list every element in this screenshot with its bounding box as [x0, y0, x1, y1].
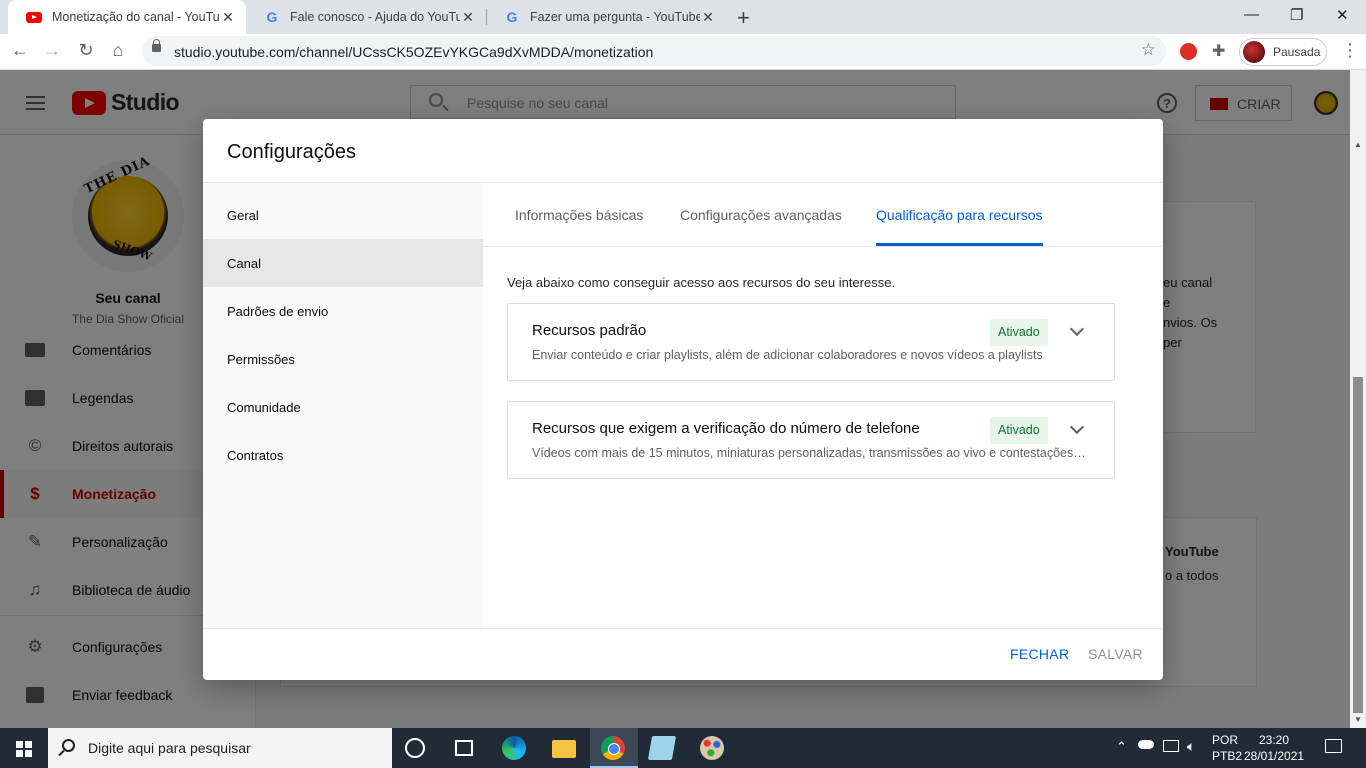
browser-menu-icon[interactable]: ⋮ — [1341, 40, 1359, 61]
restore-icon[interactable]: ❐ — [1290, 6, 1303, 24]
lock-icon — [152, 39, 161, 52]
windows-taskbar: Digite aqui para pesquisar ⌃ 🔈︎ POR PTB2… — [0, 728, 1366, 768]
back-arrow-icon[interactable]: ← — [8, 40, 32, 61]
page-scrollbar[interactable]: ▲ ▼ — [1350, 70, 1366, 728]
feature-description: Enviar conteúdo e criar playlists, além … — [532, 348, 1043, 362]
clock-date: 28/01/2021 — [1244, 749, 1305, 763]
bookmark-star-icon[interactable]: ☆ — [1141, 40, 1156, 60]
profile-status-label: Pausada — [1273, 45, 1321, 59]
feature-title: Recursos que exigem a verificação do núm… — [532, 420, 920, 437]
minimize-icon[interactable]: — — [1244, 6, 1259, 23]
extension-red-icon[interactable] — [1180, 43, 1197, 60]
google-favicon-icon: G — [506, 9, 518, 25]
cortana-icon[interactable] — [405, 738, 425, 758]
feature-card-standard[interactable]: Recursos padrão Enviar conteúdo e criar … — [507, 303, 1115, 381]
reload-icon[interactable]: ↻ — [74, 40, 98, 61]
url-text: studio.youtube.com/channel/UCssCK5OZEvYK… — [174, 44, 654, 60]
settings-dialog: Configurações Geral Canal Padrões de env… — [203, 119, 1163, 680]
tab-title: Monetização do canal - YouTube — [52, 10, 220, 24]
network-icon[interactable] — [1163, 740, 1179, 752]
file-explorer-icon[interactable] — [552, 740, 576, 758]
status-badge: Ativado — [990, 417, 1048, 444]
tab-close-icon[interactable]: ✕ — [460, 9, 476, 26]
window-close-icon[interactable]: ✕ — [1336, 6, 1349, 24]
settings-tabs: Informações básicas Configurações avança… — [483, 183, 1163, 247]
notepad-app-icon[interactable] — [647, 736, 677, 760]
save-button[interactable]: SALVAR — [1088, 646, 1143, 662]
settings-item-upload-defaults[interactable]: Padrões de envio — [203, 287, 483, 335]
profile-avatar — [1243, 41, 1265, 63]
scrollbar-thumb[interactable] — [1353, 377, 1363, 713]
volume-icon[interactable]: 🔈︎ — [1187, 738, 1195, 755]
browser-tab-ask-question[interactable]: G Fazer uma pergunta - YouTube Community… — [486, 0, 726, 34]
address-bar[interactable]: studio.youtube.com/channel/UCssCK5OZEvYK… — [142, 36, 1166, 66]
status-badge: Ativado — [990, 319, 1048, 346]
browser-tab-monetization[interactable]: Monetização do canal - YouTube ✕ — [8, 0, 246, 34]
notifications-icon[interactable] — [1325, 739, 1342, 753]
chevron-down-icon[interactable] — [1069, 419, 1085, 435]
browser-toolbar: ← → ↻ ⌂ studio.youtube.com/channel/UCssC… — [0, 34, 1366, 70]
tab-title: Fale conosco - Ajuda do YouTube — [290, 10, 460, 24]
tab-advanced-settings[interactable]: Configurações avançadas — [680, 183, 842, 246]
onedrive-cloud-icon[interactable] — [1138, 740, 1154, 749]
extensions-puzzle-icon[interactable]: ✚ — [1212, 41, 1225, 61]
clock-time: 23:20 — [1258, 733, 1290, 747]
settings-item-general[interactable]: Geral — [203, 191, 483, 239]
new-tab-icon[interactable]: + — [737, 5, 750, 31]
tab-feature-eligibility[interactable]: Qualificação para recursos — [876, 183, 1043, 246]
forward-arrow-icon[interactable]: → — [40, 40, 64, 61]
close-button[interactable]: FECHAR — [1010, 646, 1069, 662]
chevron-down-icon[interactable] — [1069, 321, 1085, 337]
feature-title: Recursos padrão — [532, 322, 647, 339]
tab-close-icon[interactable]: ✕ — [700, 9, 716, 26]
tab-basic-info[interactable]: Informações básicas — [515, 183, 643, 246]
feature-card-phone-verification[interactable]: Recursos que exigem a verificação do núm… — [507, 401, 1115, 479]
settings-item-community[interactable]: Comunidade — [203, 383, 483, 431]
feature-description: Vídeos com mais de 15 minutos, miniatura… — [532, 446, 1088, 460]
taskbar-search-input[interactable]: Digite aqui para pesquisar — [48, 728, 392, 768]
input-language-indicator[interactable]: POR PTB2 — [1212, 732, 1242, 764]
eligibility-intro-text: Veja abaixo como conseguir acesso aos re… — [507, 275, 896, 290]
settings-sidebar: Geral Canal Padrões de envio Permissões … — [203, 183, 483, 628]
divider — [203, 628, 1163, 629]
settings-item-agreements[interactable]: Contratos — [203, 431, 483, 479]
language-code: POR — [1212, 733, 1239, 747]
dialog-title: Configurações — [227, 141, 356, 163]
tab-title: Fazer uma pergunta - YouTube Community — [530, 10, 700, 24]
scroll-down-arrow-icon[interactable]: ▼ — [1354, 715, 1362, 724]
search-icon — [62, 739, 75, 752]
home-icon[interactable]: ⌂ — [106, 40, 130, 61]
taskbar-search-placeholder: Digite aqui para pesquisar — [88, 740, 251, 756]
tab-close-icon[interactable]: ✕ — [220, 9, 236, 26]
chrome-browser-icon[interactable] — [601, 736, 625, 760]
profile-button[interactable]: Pausada — [1239, 38, 1327, 66]
settings-item-permissions[interactable]: Permissões — [203, 335, 483, 383]
keyboard-layout: PTB2 — [1212, 749, 1243, 763]
browser-tab-contact[interactable]: G Fale conosco - Ajuda do YouTube ✕ — [246, 0, 486, 34]
paint-app-icon[interactable] — [700, 736, 724, 760]
youtube-favicon-icon — [26, 11, 42, 23]
windows-start-icon[interactable] — [16, 741, 32, 757]
scroll-up-arrow-icon[interactable]: ▲ — [1354, 140, 1362, 149]
settings-item-channel[interactable]: Canal — [203, 239, 483, 287]
clock[interactable]: 23:20 28/01/2021 — [1244, 732, 1304, 764]
show-hidden-icons-chevron-icon[interactable]: ⌃ — [1116, 739, 1127, 755]
edge-browser-icon[interactable] — [502, 736, 526, 760]
browser-tab-strip: Monetização do canal - YouTube ✕ G Fale … — [0, 0, 1366, 34]
google-favicon-icon: G — [266, 9, 278, 25]
task-view-icon[interactable] — [455, 740, 473, 756]
